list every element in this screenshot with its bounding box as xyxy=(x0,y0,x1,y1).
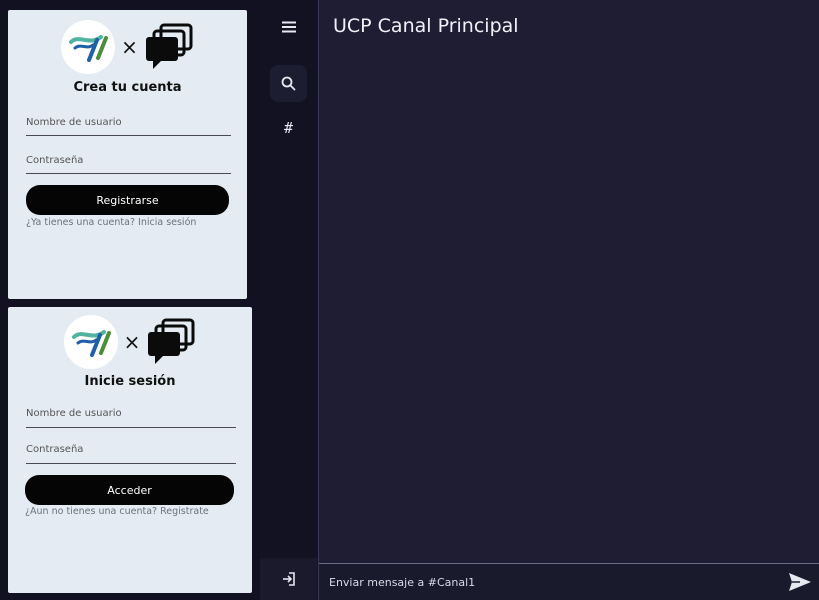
register-password-placeholder: Contraseña xyxy=(26,155,84,166)
message-input[interactable] xyxy=(319,564,780,600)
register-card: × Crea tu cuenta Nombre de usuario Contr… xyxy=(8,10,247,299)
hamburger-menu-icon xyxy=(281,21,296,32)
brand-logo xyxy=(63,315,118,369)
login-username-placeholder: Nombre de usuario xyxy=(26,408,122,419)
logout-button[interactable] xyxy=(260,558,317,600)
times-symbol: × xyxy=(121,35,138,59)
login-password-field[interactable]: Contraseña xyxy=(26,444,236,464)
brand-logo-row: × xyxy=(8,315,252,369)
search-icon xyxy=(281,76,296,91)
login-title: Inicie sesión xyxy=(84,374,176,389)
times-symbol: × xyxy=(123,330,141,354)
register-username-placeholder: Nombre de usuario xyxy=(26,117,122,128)
message-composer xyxy=(319,563,819,600)
logout-icon xyxy=(282,572,295,586)
wave-logo-icon xyxy=(71,330,111,357)
brand-logo-row: × xyxy=(8,20,247,74)
register-username-field[interactable]: Nombre de usuario xyxy=(26,117,231,136)
register-button[interactable]: Registrarse xyxy=(26,185,229,215)
login-button[interactable]: Acceder xyxy=(25,475,234,505)
search-button[interactable] xyxy=(270,65,307,102)
wave-logo-icon xyxy=(69,35,109,62)
menu-button[interactable] xyxy=(270,8,307,45)
brand-logo xyxy=(61,20,116,74)
register-title: Crea tu cuenta xyxy=(73,80,182,95)
login-password-placeholder: Contraseña xyxy=(26,444,84,455)
chat-bubbles-icon xyxy=(145,23,193,69)
login-username-field[interactable]: Nombre de usuario xyxy=(26,408,236,428)
channels-button[interactable]: # xyxy=(270,109,307,146)
icon-rail: # xyxy=(260,0,317,600)
chat-bubbles-icon xyxy=(148,318,195,364)
hash-channel-icon: # xyxy=(283,118,294,137)
login-card: × Inicie sesión Nombre de usuario Contra… xyxy=(8,307,252,593)
register-password-field[interactable]: Contraseña xyxy=(26,155,231,174)
register-link[interactable]: ¿Aun no tienes una cuenta? Registrate xyxy=(25,506,209,517)
send-icon xyxy=(789,573,811,591)
channel-title: UCP Canal Principal xyxy=(333,15,519,37)
send-button[interactable] xyxy=(780,564,819,600)
channel-view: UCP Canal Principal xyxy=(318,0,819,600)
login-link[interactable]: ¿Ya tienes una cuenta? Inicia sesión xyxy=(26,217,196,228)
